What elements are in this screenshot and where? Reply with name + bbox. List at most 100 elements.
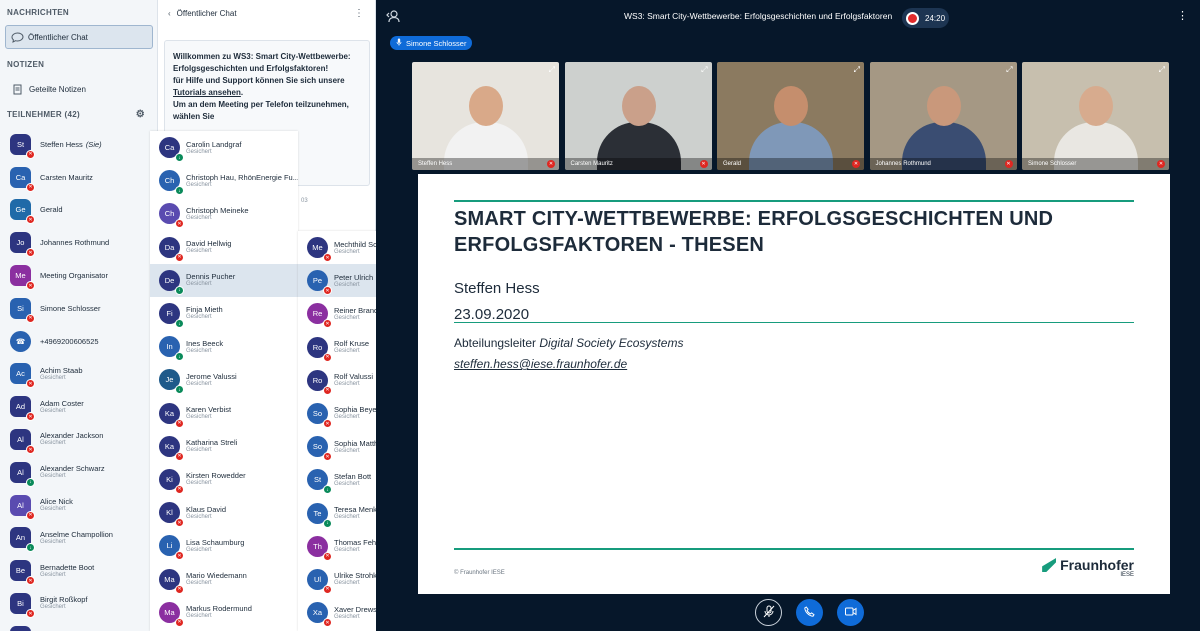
participant-name: Rolf Valussi (334, 372, 374, 382)
avatar: St ↓ (307, 469, 332, 495)
participant-name: Achim Staab (40, 366, 83, 375)
participant-name: Kirsten Rowedder (186, 471, 246, 481)
more-options-icon[interactable]: ⋮ (354, 8, 364, 19)
slide-title: SMART CITY-WETTBEWERBE: ERFOLGSGESCHICHT… (454, 208, 1054, 256)
slide-role-dept: Digital Society Ecosystems (539, 336, 684, 350)
chevron-left-icon[interactable]: ‹ (158, 9, 177, 18)
participant-info: Finja Mieth Gesichert (186, 305, 223, 321)
avatar: Ka ✕ (159, 402, 184, 428)
slide-rule-top (454, 200, 1134, 202)
popup-participant-row[interactable]: In ↓ Ines Beeck Gesichert (150, 330, 298, 363)
video-name-label: Carsten Mauritz (564, 158, 712, 170)
popup-participant-row[interactable]: De ↓ Dennis Pucher Gesichert (150, 263, 298, 297)
video-tile[interactable]: ⤢ Simone Schlosser ✕ (1022, 62, 1169, 170)
chat-bubble-icon (6, 31, 28, 43)
avatar: Al ↓ (10, 461, 35, 487)
participant-row[interactable]: CaCarolin Landgraf (0, 620, 157, 631)
participant-name: Sophia Beyer (334, 405, 380, 415)
fullscreen-icon[interactable]: ⤢ (549, 65, 555, 75)
popup-participant-row[interactable]: Je ↓ Jerome Valussi Gesichert (150, 363, 298, 396)
fullscreen-icon[interactable]: ⤢ (1159, 65, 1165, 75)
participant-row[interactable]: Me ✕ Meeting Organisator (0, 259, 157, 292)
popup-participant-row[interactable]: Fi ↓ Finja Mieth Gesichert (150, 297, 298, 330)
person-head (926, 86, 961, 126)
popup-participant-row[interactable]: Ma ✕ Mario Wiedemann Gesichert (150, 562, 298, 595)
participant-name-text: Johannes Rothmund (40, 238, 110, 248)
participant-name-text: Bernadette Boot (40, 562, 95, 572)
participant-row[interactable]: Si ✕ Simone Schlosser (0, 292, 157, 325)
popup-participant-row[interactable]: Ca ↓ Carolin Landgraf Gesichert (150, 131, 298, 164)
video-button[interactable] (837, 599, 864, 626)
person-head (621, 86, 656, 126)
avatar: Je ↓ (159, 369, 184, 395)
participant-row[interactable]: Ac ✕ Achim Staab Gesichert (0, 358, 157, 391)
popup-participant-row[interactable]: Ch ✕ Christoph Meineke Gesichert (150, 197, 298, 230)
participant-info: Mario Wiedemann Gesichert (186, 571, 247, 587)
avatar: Li ✕ (159, 535, 184, 561)
participant-status-text: Gesichert (186, 214, 212, 221)
fullscreen-icon[interactable]: ⤢ (854, 65, 860, 75)
avatar: Be ✕ (10, 560, 35, 586)
popup-participant-row[interactable]: Ma ✕ Markus Rodermund Gesichert (150, 596, 298, 629)
video-tile[interactable]: ⤢ Carsten Mauritz ✕ (564, 62, 712, 170)
participant-name: Klaus David (186, 504, 227, 514)
shared-notes-item[interactable]: Geteilte Notizen (5, 78, 153, 100)
participant-row[interactable]: Bi ✕ Birgit Roßkopf Gesichert (0, 587, 157, 620)
popup-participant-row[interactable]: Ka ✕ Karen Verbist Gesichert (150, 397, 298, 430)
muted-status-icon: ✕ (323, 618, 332, 628)
popup-participant-row[interactable]: Li ✕ Lisa Schaumburg Gesichert (150, 529, 298, 562)
participants-header: TEILNEHMER (42) ⚙ (0, 106, 157, 124)
fullscreen-icon[interactable]: ⤢ (701, 65, 707, 75)
video-tile[interactable]: ⤢ Steffen Hess ✕ (412, 62, 559, 170)
muted-mic-icon: ✕ (852, 160, 860, 168)
participant-row[interactable]: Be ✕ Bernadette Boot Gesichert (0, 554, 157, 587)
participant-row[interactable]: Al ✕ Alice Nick Gesichert (0, 489, 157, 522)
muted-status-icon: ✕ (175, 518, 184, 528)
participant-status-text: Gesichert (334, 348, 360, 355)
mute-button[interactable] (755, 599, 782, 626)
popup-participant-row[interactable]: Ka ✕ Katharina Streli Gesichert (150, 430, 298, 463)
popup-participant-row[interactable]: Kl ✕ Klaus David Gesichert (150, 496, 298, 529)
avatar: Pe ✕ (307, 270, 332, 296)
participant-row[interactable]: Jo ✕ Johannes Rothmund (0, 226, 157, 259)
participant-row[interactable]: Ad ✕ Adam Coster Gesichert (0, 390, 157, 423)
video-tile[interactable]: ⤢ Gerald ✕ (717, 62, 864, 170)
participant-status-text: Gesichert (334, 281, 360, 288)
participant-row[interactable]: Ca ✕ Carsten Mauritz (0, 161, 157, 194)
participant-name: Katharina Streli (186, 438, 238, 448)
phone-button[interactable] (796, 599, 823, 626)
participant-name: Jerome Valussi (186, 371, 237, 381)
public-chat-label: Öffentlicher Chat (28, 32, 88, 42)
participant-name-text: Alexander Schwarz (40, 464, 105, 474)
muted-status-icon: ✕ (323, 352, 332, 362)
participant-row[interactable]: ☎ +4969200606525 (0, 325, 157, 358)
popup-participant-row[interactable]: Ki ✕ Kirsten Rowedder Gesichert (150, 463, 298, 496)
participant-row[interactable]: St ✕ Steffen Hess (Sie) (0, 128, 157, 161)
video-tile[interactable]: ⤢ Johannes Rothmund ✕ (869, 62, 1017, 170)
participant-name: Birgit Roßkopf (40, 595, 88, 604)
public-chat-item[interactable]: Öffentlicher Chat (5, 25, 153, 49)
popup-participant-row[interactable]: Ch ↓ Christoph Hau, RhönEnergie Fu... Gesic… (150, 164, 298, 197)
muted-status-icon: ✕ (323, 584, 332, 594)
participant-row[interactable]: Ge ✕ Gerald (0, 194, 157, 227)
participant-row[interactable]: Al ✕ Alexander Jackson Gesichert (0, 423, 157, 456)
participant-row[interactable]: An ↓ Anselme Champollion Gesichert (0, 522, 157, 555)
muted-mic-icon: ✕ (547, 160, 555, 168)
avatar: Al ✕ (10, 494, 35, 520)
participant-name: Carolin Landgraf (186, 139, 242, 149)
user-toggle-icon[interactable] (386, 10, 400, 25)
more-options-icon[interactable]: ⋮ (1177, 9, 1188, 22)
participant-row[interactable]: Al ↓ Alexander Schwarz Gesichert (0, 456, 157, 489)
gear-icon[interactable]: ⚙ (136, 106, 151, 124)
welcome-period: . (240, 88, 244, 97)
participant-name-text: Alexander Jackson (40, 431, 104, 441)
tutorials-link[interactable]: Tutorials ansehen (173, 88, 241, 97)
popup-participant-row[interactable]: Da ✕ David Hellwig Gesichert (150, 231, 298, 264)
avatar: Kl ✕ (159, 502, 184, 528)
participant-name: Dennis Pucher (186, 272, 236, 282)
fraunhofer-logo-mark (1042, 558, 1057, 572)
fullscreen-icon[interactable]: ⤢ (1006, 65, 1012, 75)
muted-status-icon: ✕ (26, 313, 35, 323)
phone-icon (804, 605, 815, 620)
recording-indicator[interactable]: 24:20 (902, 8, 949, 28)
